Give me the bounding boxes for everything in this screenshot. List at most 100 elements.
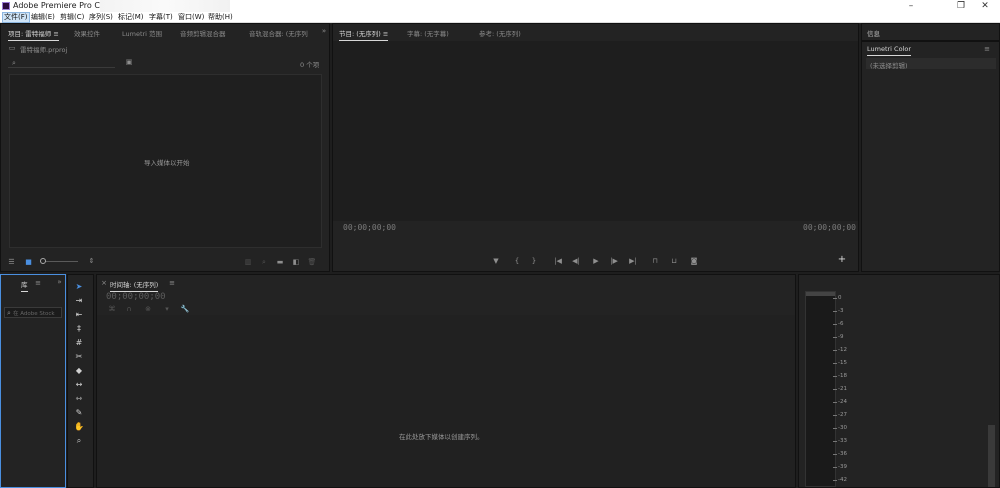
linked-selection-icon[interactable]: ⊗ (143, 305, 153, 313)
tab-timeline[interactable]: 时间轴: (无序列) (110, 279, 159, 292)
ripple-edit-icon[interactable]: ⇤ (73, 309, 85, 321)
tab-lumetri-color[interactable]: Lumetri Color (867, 45, 912, 56)
meter-tick-label: -30 (838, 425, 847, 431)
tab-reference[interactable]: 参考: (无序列) (479, 28, 521, 38)
mark-out-icon[interactable]: } (530, 257, 538, 265)
scrollbar[interactable] (988, 425, 995, 487)
info-panel: 信息 (861, 23, 1000, 41)
tab-audio-clip-mixer[interactable]: 音频剪辑混合器 (180, 28, 226, 38)
go-to-in-icon[interactable]: |◀ (553, 257, 563, 265)
menu-help[interactable]: 帮助(H) (208, 12, 233, 23)
premiere-app-icon (2, 2, 10, 10)
meter-tick-label: -36 (838, 451, 847, 457)
minimize-icon[interactable]: – (896, 0, 926, 12)
tab-effect-controls[interactable]: 效果控件 (74, 28, 100, 38)
program-viewer[interactable] (333, 41, 858, 221)
project-media-area[interactable]: 导入媒体以开始 (9, 74, 322, 248)
panel-menu-icon[interactable]: ≡ (168, 279, 176, 287)
selection-icon[interactable]: ➤ (73, 281, 85, 293)
icon-view-icon[interactable]: ■ (24, 258, 33, 266)
item-count: 0 个项 (300, 61, 320, 69)
project-file-icon: ▭ (8, 44, 16, 52)
menu-file[interactable]: 文件(F) (2, 12, 30, 23)
menu-bar: 文件(F) 编辑(E) 剪辑(C) 序列(S) 标记(M) 字幕(T) 窗口(W… (0, 12, 1000, 23)
close-icon[interactable]: ✕ (970, 0, 1000, 12)
panel-overflow-icon[interactable]: » (319, 27, 329, 35)
tab-libraries[interactable]: 库 (21, 279, 28, 292)
stock-search-input[interactable]: ⌕ 在 Adobe Stock (4, 307, 62, 318)
timeline-panel: × 时间轴: (无序列) ≡ 00;00;00;00 ⌘ ∩ ⊗ ▾ 🔧 在此处… (96, 274, 796, 488)
zoom-slider-handle[interactable] (40, 258, 46, 264)
meter-tick-mark (833, 363, 837, 364)
pen-icon[interactable]: ✎ (73, 407, 85, 419)
info-title[interactable]: 信息 (867, 28, 880, 38)
menu-window[interactable]: 窗口(W) (178, 12, 204, 23)
project-search-input[interactable]: ⌕ (8, 58, 115, 68)
lumetri-clip-selector[interactable]: (未选择剪辑) (866, 58, 996, 70)
export-frame-icon[interactable]: ◙ (689, 257, 699, 265)
new-bin-icon[interactable]: ▬ (275, 258, 285, 266)
tab-program[interactable]: 节目: (无序列) ≡ (339, 28, 389, 41)
new-item-icon[interactable]: ◧ (291, 258, 301, 266)
meter-tick-mark (833, 298, 837, 299)
menu-title[interactable]: 字幕(T) (149, 12, 173, 23)
zoom-slider[interactable] (40, 258, 78, 264)
nest-icon[interactable]: ⌘ (107, 305, 117, 313)
meter-tick-mark (833, 311, 837, 312)
audio-meter-bars (805, 291, 836, 487)
wrench-icon[interactable]: 🔧 (180, 305, 190, 313)
meter-tick-label: -24 (838, 399, 847, 405)
slide-icon[interactable]: ↔ (73, 379, 85, 391)
tab-project[interactable]: 项目: 雷特福师 ≡ (8, 28, 59, 41)
step-forward-icon[interactable]: |▶ (609, 257, 619, 265)
meter-tick-label: -39 (838, 464, 847, 470)
sort-icon[interactable]: ⇕ (87, 257, 96, 265)
tab-captions[interactable]: 字幕: (无字幕) (407, 28, 449, 38)
panel-menu-icon[interactable]: ≡ (982, 45, 992, 53)
extract-icon[interactable]: ⊔ (668, 257, 680, 265)
step-back-icon[interactable]: ◀| (571, 257, 581, 265)
timeline-timecode[interactable]: 00;00;00;00 (106, 292, 166, 302)
clear-icon[interactable]: 🗑 (307, 258, 317, 266)
stock-search-placeholder: 在 Adobe Stock (13, 311, 55, 317)
title-blur-region (100, 0, 230, 12)
menu-sequence[interactable]: 序列(S) (89, 12, 113, 23)
timeline-drop-area[interactable]: 在此处放下媒体以创建序列。 (97, 315, 795, 487)
tab-audio-track-mixer[interactable]: 音轨混合器: (无序列 (249, 28, 308, 38)
playhead-timecode[interactable]: 00;00;00;00 (343, 223, 396, 232)
add-marker-icon[interactable]: ▼ (492, 257, 500, 265)
button-editor-plus-icon[interactable]: + (837, 255, 847, 265)
find-icon[interactable]: ⌕ (259, 258, 269, 266)
close-tab-icon[interactable]: × (100, 279, 108, 287)
add-marker-icon[interactable]: ▾ (162, 305, 172, 313)
slip-icon[interactable]: ◆ (73, 365, 85, 377)
tab-lumetri-scopes[interactable]: Lumetri 范围 (122, 28, 162, 38)
mark-in-icon[interactable]: { (513, 257, 521, 265)
menu-clip[interactable]: 剪辑(C) (60, 12, 84, 23)
track-select-icon[interactable]: ⇥ (73, 295, 85, 307)
lift-icon[interactable]: ⊓ (649, 257, 661, 265)
panel-overflow-icon[interactable]: » (55, 278, 64, 286)
razor-icon[interactable]: ✂ (73, 351, 85, 363)
meter-tick-mark (833, 454, 837, 455)
new-bin-from-search-icon[interactable]: ▣ (124, 58, 134, 66)
hand-icon[interactable]: ✋ (73, 421, 85, 433)
snap-icon[interactable]: ∩ (124, 305, 134, 313)
meter-tick-mark (833, 376, 837, 377)
slide-alt-icon[interactable]: ⇿ (73, 393, 85, 405)
rolling-edit-icon[interactable]: ‡ (73, 323, 85, 335)
search-icon: ⌕ (12, 59, 16, 67)
go-to-out-icon[interactable]: ▶| (628, 257, 638, 265)
meter-tick-mark (833, 441, 837, 442)
meter-tick-mark (833, 415, 837, 416)
play-icon[interactable]: ▶ (591, 257, 601, 265)
menu-marker[interactable]: 标记(M) (118, 12, 144, 23)
automate-to-sequence-icon[interactable]: ▥ (243, 258, 253, 266)
peak-indicator[interactable] (806, 292, 835, 296)
panel-menu-icon[interactable]: ≡ (34, 279, 42, 287)
timeline-drop-hint: 在此处放下媒体以创建序列。 (399, 433, 484, 441)
rate-stretch-icon[interactable]: # (73, 337, 85, 349)
zoom-icon[interactable]: ⌕ (73, 435, 85, 447)
list-view-icon[interactable]: ☰ (7, 258, 16, 266)
menu-edit[interactable]: 编辑(E) (31, 12, 55, 23)
